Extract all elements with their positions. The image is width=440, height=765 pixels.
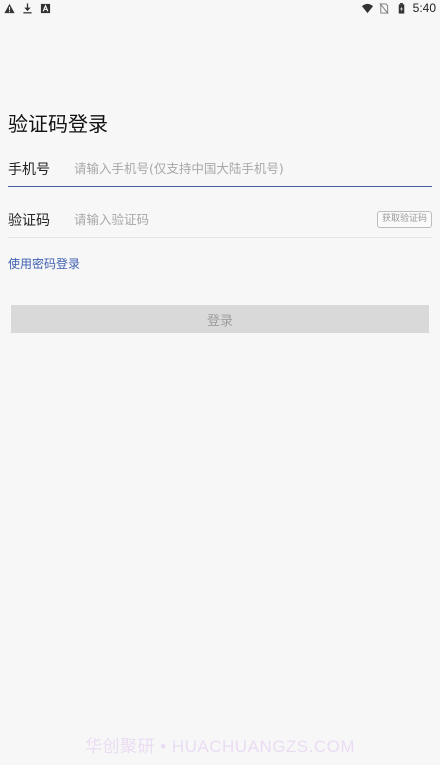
login-button[interactable]: 登录 — [11, 305, 429, 333]
phone-input[interactable] — [74, 151, 432, 186]
download-icon — [22, 2, 33, 14]
code-field-row: 验证码 获取验证码 — [8, 202, 432, 238]
verification-code-input[interactable] — [74, 202, 377, 237]
warning-icon — [4, 3, 15, 14]
battery-icon — [396, 2, 407, 14]
no-sim-icon — [379, 2, 390, 14]
wifi-icon — [361, 3, 373, 14]
use-password-login-link[interactable]: 使用密码登录 — [8, 255, 80, 272]
page-title: 验证码登录 — [8, 112, 108, 136]
app-notification-icon — [40, 3, 51, 14]
phone-label: 手机号 — [8, 161, 50, 178]
watermark: 华创聚研 • HUACHUANGZS.COM — [84, 737, 356, 756]
phone-field-row: 手机号 — [8, 151, 432, 187]
status-bar: 5:40 — [0, 0, 440, 16]
status-right-icons: 5:40 — [361, 1, 436, 15]
status-left-icons — [4, 2, 51, 14]
status-time: 5:40 — [412, 1, 436, 15]
code-label: 验证码 — [8, 212, 50, 229]
get-code-button[interactable]: 获取验证码 — [376, 211, 432, 228]
